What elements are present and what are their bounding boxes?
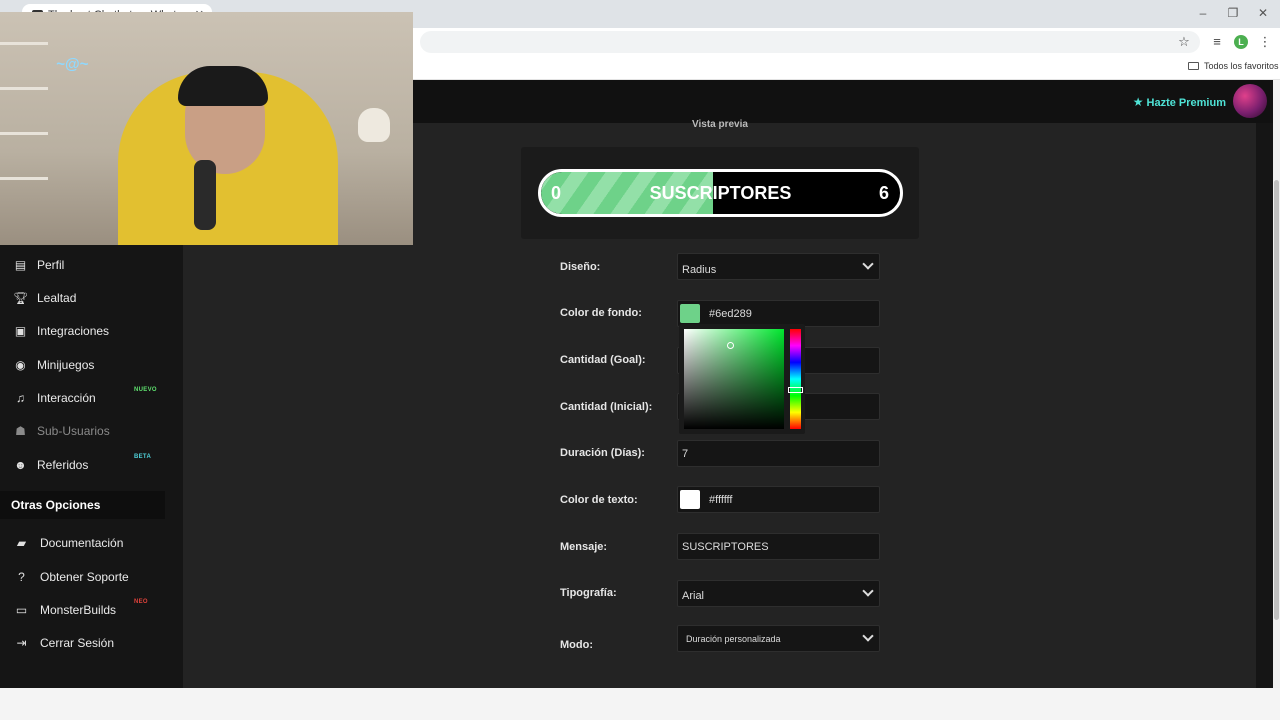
goal-target-value: 6 [878,183,889,203]
tipografia-select[interactable]: Arial [677,580,880,607]
sidebar-item-monsterbuilds[interactable]: ▭ MonsterBuilds NEO [0,596,183,624]
color-texto-label: Color de texto: [560,494,638,506]
modo-label: Modo: [560,639,593,651]
sidebar-item-label: Minijuegos [37,358,95,372]
color-fondo-value: #6ed289 [709,308,752,320]
hue-slider[interactable] [790,329,801,429]
sidebar-item-lealtad[interactable]: 🏆︎ Lealtad [0,284,183,312]
new-badge: NUEVO [134,387,157,393]
sidebar-item-cerrar-sesion[interactable]: ⇥ Cerrar Sesión [0,629,183,657]
chevron-down-icon [862,585,874,597]
tipografia-label: Tipografía: [560,587,617,599]
sidebar-item-label: Referidos [37,458,89,472]
sidebar-item-interaccion[interactable]: ♫ Interacción NUEVO [0,384,183,412]
chevron-down-icon [862,258,874,270]
sidebar-item-label: Lealtad [37,291,77,305]
color-fondo-swatch[interactable] [680,304,700,323]
mensaje-input[interactable]: SUSCRIPTORES [677,533,880,560]
goal-progress-bar: 0 SUSCRIPTORES 6 [538,169,903,217]
more-menu-icon[interactable]: ⋮ [1257,34,1273,50]
cantidad-goal-label: Cantidad (Goal): [560,354,646,366]
star-icon: ★ [1132,95,1144,109]
shelf [0,132,48,135]
color-fondo-label: Color de fondo: [560,307,642,319]
sidebar-item-integraciones[interactable]: ▣ Integraciones [0,317,183,345]
tipografia-value: Arial [682,590,705,602]
book-icon: ▰ [16,536,27,550]
sidebar-item-label: Integraciones [37,324,110,338]
headphones [178,66,268,106]
sign-out-icon: ⇥ [16,636,27,650]
mensaje-label: Mensaje: [560,541,608,553]
sidebar-item-label: Sub-Usuarios [37,424,110,438]
gamepad-icon: ◉ [15,358,26,372]
bottom-bar [0,688,1280,720]
neon-sign-logo: ~@~ [56,56,89,73]
all-bookmarks-link[interactable]: Todos los favoritos [1188,61,1279,71]
users-icon: ☗ [15,424,26,438]
sidebar-item-label: Obtener Soporte [40,570,129,584]
duracion-label: Duración (Días): [560,447,645,459]
saturation-thumb[interactable] [727,342,734,349]
sidebar-item-label: Cerrar Sesión [40,636,115,650]
sidebar-item-label: MonsterBuilds [40,603,117,617]
folder-icon [1188,62,1199,70]
shelf [0,42,48,45]
restore-icon[interactable]: ❐ [1226,6,1240,20]
color-fondo-field[interactable]: #6ed289 [677,300,880,327]
hue-slider-thumb[interactable] [788,387,803,393]
trophy-icon: 🏆︎ [13,291,29,305]
duracion-input[interactable]: 7 [677,440,880,467]
preview-label: Vista previa [692,119,748,130]
premium-link[interactable]: ★ Hazte Premium [1133,95,1226,109]
scrollbar-thumb[interactable] [1274,180,1279,620]
color-texto-value: #ffffff [709,494,733,506]
microphone [194,160,216,230]
user-avatar[interactable] [1233,84,1267,118]
chat-icon: ▣ [14,324,27,338]
id-card-icon: ▤ [14,258,27,272]
browser-profile-avatar[interactable]: L [1234,35,1248,49]
close-window-icon[interactable]: ✕ [1256,6,1270,20]
chevron-down-icon [862,630,874,642]
shelf [0,177,48,180]
address-bar[interactable] [420,31,1200,53]
sidebar-item-obtener-soporte[interactable]: ? Obtener Soporte [0,563,183,591]
sidebar-item-sub-usuarios[interactable]: ☗ Sub-Usuarios [0,417,183,445]
skeleton-decoration [358,108,390,142]
sidebar-item-minijuegos[interactable]: ◉ Minijuegos [0,351,183,379]
media-control-icon[interactable]: ≡ [1209,34,1225,50]
user-friends-icon: ☻ [14,458,27,472]
sidebar-item-perfil[interactable]: ▤ Perfil [0,251,183,279]
webcam-overlay: ~@~ [0,12,413,245]
question-circle-icon: ? [18,570,25,584]
cantidad-inicial-label: Cantidad (Inicial): [560,401,653,413]
diseno-select[interactable]: Radius [677,253,880,280]
neo-badge: NEO [134,599,148,605]
modo-select[interactable]: Duración personalizada [677,625,880,652]
minimize-icon[interactable]: – [1196,6,1210,20]
sidebar-item-label: Interacción [37,391,96,405]
mensaje-value: SUSCRIPTORES [682,541,769,553]
modo-value: Duración personalizada [686,634,781,644]
goal-message: SUSCRIPTORES [649,183,792,203]
color-texto-swatch[interactable] [680,490,700,509]
sidebar-item-referidos[interactable]: ☻ Referidos BETA [0,451,183,479]
diseno-value: Radius [682,264,717,276]
bookmark-star-icon[interactable]: ☆ [1176,34,1192,50]
diseno-label: Diseño: [560,261,601,273]
sidebar-item-label: Perfil [37,258,65,272]
duracion-value: 7 [682,448,689,460]
shelf [0,87,48,90]
section-title: Otras Opciones [0,491,165,519]
sidebar-item-documentacion[interactable]: ▰ Documentación [0,529,183,557]
right-gutter [1256,123,1273,688]
sidebar-item-label: Documentación [40,536,124,550]
saturation-value-area[interactable] [684,329,784,429]
beta-badge: BETA [134,454,152,460]
music-note-icon: ♫ [16,391,25,405]
color-texto-field[interactable]: #ffffff [677,486,880,513]
laptop-icon: ▭ [15,603,28,617]
